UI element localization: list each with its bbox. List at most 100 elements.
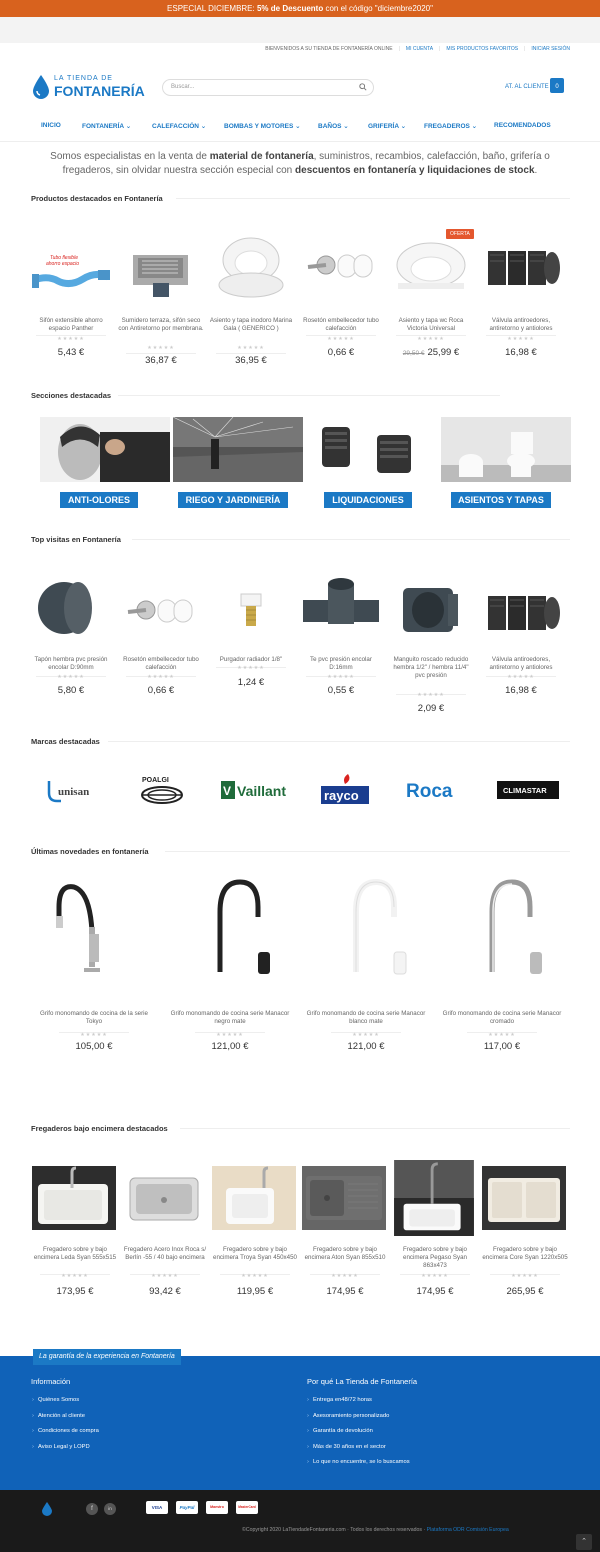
product-card[interactable]: Fregadero Acero Inox Roca s/ Berlín -55 … — [122, 1160, 208, 1300]
login-link[interactable]: INICIAR SESIÓN — [531, 46, 570, 52]
product-card[interactable]: Te pvc presión encolar D:16mm ★★★★★ 0,55 € — [298, 570, 384, 720]
product-card[interactable]: Manguito roscado reducido hembra 1/2" / … — [388, 570, 474, 720]
product-name[interactable]: Tapón hembra pvc presión encolar D:90mm — [28, 656, 114, 672]
product-card[interactable]: Grifo monomando de cocina serie Manacor … — [170, 872, 290, 1062]
product-card[interactable]: Fregadero sobre y bajo encimera Pegaso S… — [392, 1160, 478, 1300]
product-name[interactable]: Sumidero terraza, sifón seco con Antiret… — [118, 317, 204, 333]
back-to-top-button[interactable]: ⌃ — [576, 1534, 592, 1550]
product-name[interactable]: Fregadero sobre y bajo encimera Core Sya… — [482, 1246, 568, 1262]
product-image[interactable] — [478, 225, 564, 305]
product-image[interactable] — [298, 570, 384, 650]
search-input[interactable]: Buscar... — [162, 79, 374, 96]
product-card[interactable]: Tubo flexible ahorro espacio Sifón extensi… — [28, 225, 114, 365]
product-image[interactable] — [118, 570, 204, 650]
site-logo[interactable]: LA TIENDA DE FONTANERÍA — [32, 74, 145, 102]
product-image[interactable] — [302, 1166, 386, 1230]
product-image[interactable] — [478, 570, 564, 650]
product-name[interactable]: Grifo monomando de cocina serie Manacor … — [170, 1010, 290, 1026]
product-image[interactable] — [388, 570, 474, 650]
facebook-icon[interactable]: f — [86, 1503, 98, 1515]
nav-inicio[interactable]: INICIO — [41, 122, 61, 129]
section-anti-olores[interactable]: ANTI-OLORES — [40, 417, 170, 509]
brand-unisan[interactable]: unisan — [44, 770, 96, 810]
product-name[interactable]: Asiento y tapa inodoro Marina Gala ( GEN… — [208, 317, 294, 333]
product-name[interactable]: Fregadero sobre y bajo encimera Pegaso S… — [392, 1246, 478, 1270]
product-image[interactable] — [306, 872, 426, 982]
product-card[interactable]: Grifo monomando de cocina de la serie To… — [34, 872, 154, 1062]
product-image[interactable] — [118, 225, 204, 305]
product-name[interactable]: Grifo monomando de cocina serie Manacor … — [306, 1010, 426, 1026]
product-image[interactable] — [212, 1166, 296, 1230]
product-card[interactable]: Válvula antiroedores, antiretorno y anti… — [478, 225, 564, 365]
product-image[interactable] — [122, 1166, 206, 1230]
brand-vaillant[interactable]: V Vaillant — [220, 770, 288, 810]
product-name[interactable]: Fregadero sobre y bajo encimera Aton Sya… — [302, 1246, 388, 1262]
product-name[interactable]: Sifón extensible ahorro espacio Panther — [28, 317, 114, 333]
product-name[interactable]: Te pvc presión encolar D:16mm — [298, 656, 384, 672]
footer-link-aviso[interactable]: Aviso Legal y LOPD — [32, 1444, 90, 1450]
product-card[interactable]: Asiento y tapa wc Roca Victoria Universa… — [388, 225, 474, 365]
nav-banos[interactable]: BAÑOS ⌄ — [318, 122, 349, 130]
footer-link-atencion[interactable]: Atención al cliente — [32, 1413, 85, 1419]
product-card[interactable]: Asiento y tapa inodoro Marina Gala ( GEN… — [208, 225, 294, 366]
brand-climastar[interactable]: CLIMASTAR — [497, 770, 559, 810]
product-name[interactable]: Rosetón embellecedor tubo calefacción — [298, 317, 384, 333]
product-card[interactable]: Válvula antiroedores, antiretorno y anti… — [478, 570, 564, 720]
nav-griferia[interactable]: GRIFERÍA ⌄ — [368, 122, 406, 130]
cart-button[interactable]: 0 — [550, 78, 564, 93]
product-card[interactable]: Purgador radiador 1/8" ★★★★★ 1,24 € — [208, 570, 294, 720]
product-image[interactable] — [392, 1160, 476, 1236]
product-name[interactable]: Manguito roscado reducido hembra 1/2" / … — [388, 656, 474, 680]
product-image[interactable] — [208, 570, 294, 650]
product-card[interactable]: Rosetón embellecedor tubo calefacción ★★★… — [298, 225, 384, 365]
customer-service-link[interactable]: AT. AL CLIENTE — [505, 84, 549, 90]
section-liquidaciones[interactable]: LIQUIDACIONES — [307, 417, 437, 509]
product-card[interactable]: Fregadero sobre y bajo encimera Troya Sy… — [212, 1160, 298, 1300]
product-name[interactable]: Fregadero sobre y bajo encimera Leda Sya… — [32, 1246, 118, 1262]
search-icon[interactable] — [359, 83, 367, 91]
product-image[interactable] — [34, 872, 154, 982]
product-card[interactable]: Grifo monomando de cocina serie Manacor … — [442, 872, 562, 1062]
product-name[interactable]: Rosetón embellecedor tubo calefacción — [118, 656, 204, 672]
brand-rayco[interactable]: rayco — [318, 770, 372, 810]
product-name[interactable]: Fregadero Acero Inox Roca s/ Berlín -55 … — [122, 1246, 208, 1262]
footer-link-condiciones[interactable]: Condiciones de compra — [32, 1428, 99, 1434]
product-card[interactable]: Fregadero sobre y bajo encimera Aton Sya… — [302, 1160, 388, 1300]
product-name[interactable]: Válvula antiroedores, antiretorno y anti… — [478, 656, 564, 672]
nav-bombas[interactable]: BOMBAS Y MOTORES ⌄ — [224, 122, 301, 130]
product-price: 174,95 € — [302, 1286, 388, 1297]
product-image[interactable]: Tubo flexibleahorro espacio — [28, 225, 114, 305]
favorites-link[interactable]: MIS PRODUCTOS FAVORITOS — [446, 46, 518, 52]
product-card[interactable]: Tapón hembra pvc presión encolar D:90mm ★… — [28, 570, 114, 720]
brand-roca[interactable]: Roca — [404, 770, 466, 810]
product-image[interactable] — [28, 570, 114, 650]
product-card[interactable]: Fregadero sobre y bajo encimera Leda Sya… — [32, 1160, 118, 1300]
section-riego[interactable]: RIEGO Y JARDINERÍA — [173, 417, 303, 509]
product-name[interactable]: Grifo monomando de cocina serie Manacor … — [442, 1010, 562, 1026]
product-image[interactable] — [208, 225, 294, 305]
nav-fontaneria[interactable]: FONTANERÍA ⌄ — [82, 122, 131, 130]
my-account-link[interactable]: MI CUENTA — [406, 46, 433, 52]
product-image[interactable] — [298, 225, 384, 305]
product-name[interactable]: Purgador radiador 1/8" — [208, 656, 294, 664]
nav-recomendados[interactable]: RECOMENDADOS — [494, 122, 551, 129]
nav-calefaccion[interactable]: CALEFACCIÓN ⌄ — [152, 122, 206, 130]
product-name[interactable]: Asiento y tapa wc Roca Victoria Universa… — [388, 317, 474, 333]
product-name[interactable]: Grifo monomando de cocina de la serie To… — [34, 1010, 154, 1026]
section-asientos[interactable]: ASIENTOS Y TAPAS — [441, 417, 571, 509]
nav-fregaderos[interactable]: FREGADEROS ⌄ — [424, 122, 477, 130]
linkedin-icon[interactable]: in — [104, 1503, 116, 1515]
product-card[interactable]: Sumidero terraza, sifón seco con Antiret… — [118, 225, 204, 366]
product-card[interactable]: Fregadero sobre y bajo encimera Core Sya… — [482, 1160, 568, 1300]
product-image[interactable] — [32, 1166, 116, 1230]
product-card[interactable]: Grifo monomando de cocina serie Manacor … — [306, 872, 426, 1062]
product-name[interactable]: Válvula antiroedores, antiretorno y anti… — [478, 317, 564, 333]
brand-poalgi[interactable]: POALGI — [138, 770, 186, 810]
odr-link[interactable]: Plataforma ODR Comisión Europea — [427, 1527, 509, 1533]
product-card[interactable]: Rosetón embellecedor tubo calefacción ★★★… — [118, 570, 204, 720]
product-image[interactable] — [482, 1166, 566, 1230]
footer-link-quienes[interactable]: Quiénes Somos — [32, 1397, 79, 1403]
product-image[interactable] — [442, 872, 562, 982]
product-image[interactable] — [170, 872, 290, 982]
product-name[interactable]: Fregadero sobre y bajo encimera Troya Sy… — [212, 1246, 298, 1262]
